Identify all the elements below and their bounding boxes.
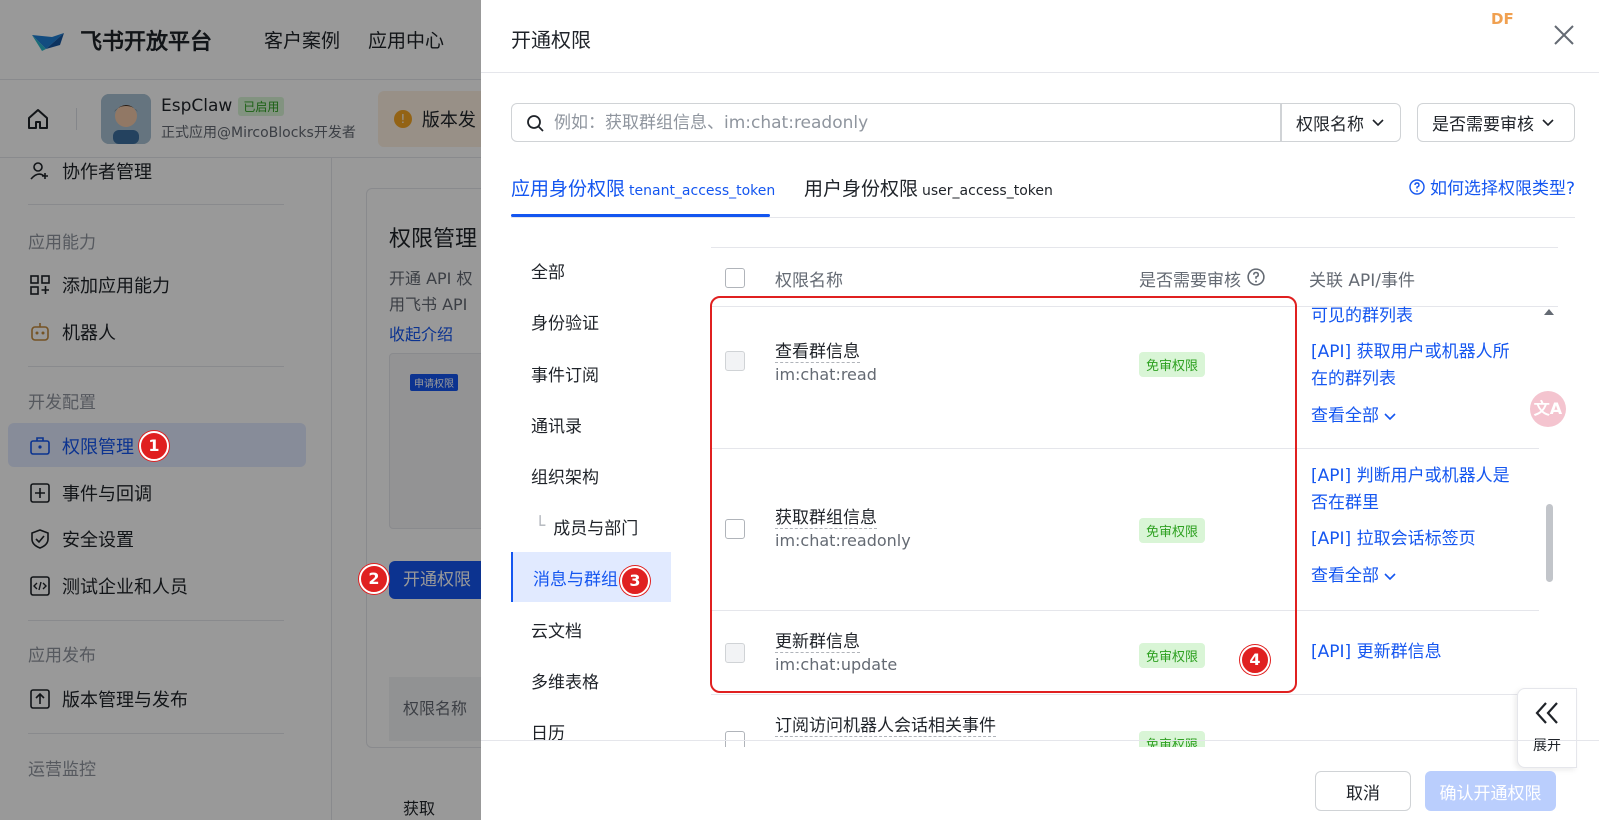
category-all[interactable]: 全部 (511, 245, 671, 295)
double-chevron-left-icon (1535, 702, 1558, 724)
search-icon (527, 114, 544, 132)
active-tab-indicator (511, 214, 770, 217)
tab-token: tenant_access_token (629, 183, 776, 199)
chevron-down-icon (1384, 412, 1396, 420)
category-org[interactable]: 组织架构 (511, 450, 671, 500)
help-link-text: 如何选择权限类型? (1429, 179, 1575, 199)
corner-watermark: DF (1491, 10, 1514, 28)
drawer-footer: 取消 确认开通权限 (481, 740, 1599, 820)
page-background: 飞书开放平台 客户案例 应用中心 EspClaw 已启用 正式应用@MircoBl… (0, 0, 1599, 820)
permission-drawer: 开通权限 DF 权限名称 是否需要审核 应用身份权限tenant_access_… (481, 0, 1599, 820)
tree-branch-icon: └ (535, 516, 546, 536)
category-docs[interactable]: 云文档 (511, 604, 671, 654)
filter-label: 是否需要审核 (1432, 115, 1534, 135)
api-link[interactable]: [API] 获取用户或机器人所在的群列表 (1311, 339, 1526, 393)
cancel-button[interactable]: 取消 (1315, 771, 1411, 811)
category-bitable[interactable]: 多维表格 (511, 655, 671, 705)
view-all-link[interactable]: 查看全部 (1311, 403, 1526, 430)
question-circle-icon[interactable] (1247, 268, 1265, 286)
col-review-required: 是否需要审核 (1139, 271, 1241, 291)
table-scrollbar[interactable] (1543, 306, 1555, 746)
annotation-badge-2: 2 (359, 564, 389, 594)
tab-user-permissions[interactable]: 用户身份权限 user_access_token (804, 174, 1053, 201)
category-events[interactable]: 事件订阅 (511, 348, 671, 398)
search-input[interactable] (554, 112, 1234, 133)
tab-tenant-permissions[interactable]: 应用身份权限 tenant_access_token (511, 174, 775, 201)
search-box[interactable] (511, 103, 1281, 142)
api-link[interactable]: 可见的群列表 (1311, 303, 1526, 330)
translate-icon[interactable]: 文A (1530, 391, 1566, 427)
close-icon[interactable] (1551, 22, 1577, 48)
annotation-badge-1: 1 (139, 431, 169, 461)
annotation-badge-4: 4 (1240, 645, 1270, 675)
chevron-down-icon (1372, 118, 1384, 126)
help-link[interactable]: 如何选择权限类型? (1409, 174, 1575, 199)
chevron-down-icon (1542, 118, 1554, 126)
api-link[interactable]: [API] 拉取会话标签页 (1311, 526, 1526, 553)
col-permission-name: 权限名称 (775, 271, 843, 291)
permission-type-tabs: 应用身份权限 tenant_access_token 用户身份权限 user_acc… (511, 170, 1575, 218)
category-label: 成员与部门 (553, 518, 639, 539)
category-contacts[interactable]: 通讯录 (511, 399, 671, 449)
question-circle-icon (1409, 178, 1425, 195)
api-link[interactable]: [API] 判断用户或机器人是否在群里 (1311, 463, 1526, 517)
tab-label: 用户身份权限 (804, 178, 919, 200)
view-all-link[interactable]: 查看全部 (1311, 563, 1526, 590)
filter-review-required[interactable]: 是否需要审核 (1417, 103, 1575, 142)
tab-label: 应用身份权限 (511, 178, 626, 200)
annotation-badge-3: 3 (620, 566, 650, 596)
category-auth[interactable]: 身份验证 (511, 296, 671, 346)
drawer-title: 开通权限 (511, 28, 591, 52)
confirm-button[interactable]: 确认开通权限 (1425, 771, 1556, 811)
permission-name: 订阅访问机器人会话相关事件 (775, 716, 996, 737)
col-related-api: 关联 API/事件 (1309, 271, 1416, 291)
annotation-highlight-box (710, 296, 1297, 693)
scrollbar-thumb[interactable] (1546, 504, 1553, 582)
category-members-departments[interactable]: └ 成员与部门 (511, 501, 671, 551)
tab-token: user_access_token (922, 183, 1053, 199)
filter-label: 权限名称 (1296, 115, 1364, 135)
select-all-checkbox[interactable] (725, 268, 745, 288)
filter-permission-name[interactable]: 权限名称 (1281, 103, 1401, 142)
view-all-text: 查看全部 (1311, 406, 1379, 426)
scroll-up-arrow-icon[interactable] (1543, 308, 1555, 316)
chevron-down-icon (1384, 572, 1396, 580)
view-all-text: 查看全部 (1311, 566, 1379, 586)
divider (481, 72, 1599, 73)
api-link[interactable]: [API] 更新群信息 (1311, 639, 1526, 666)
